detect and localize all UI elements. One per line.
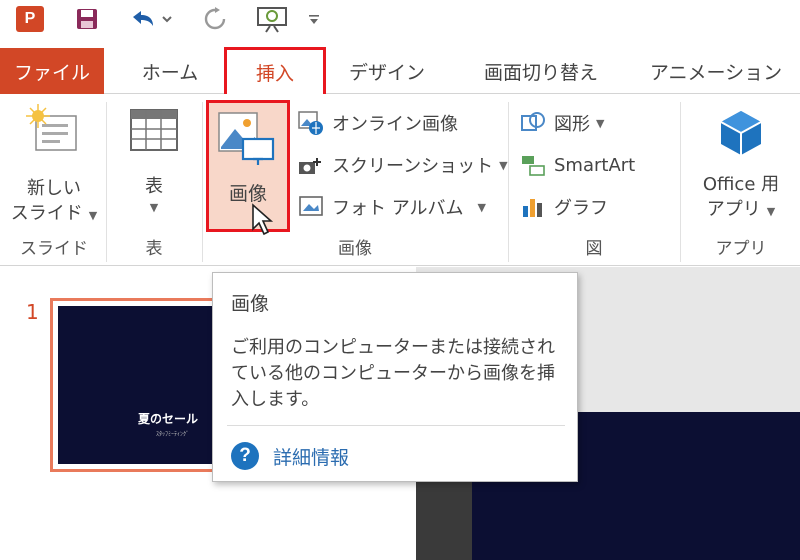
- photo-album-label: フォト アルバム: [332, 198, 464, 219]
- dropdown-caret-icon: ▼: [766, 205, 776, 218]
- tab-home[interactable]: ホーム: [130, 48, 210, 94]
- chart-button[interactable]: グラフ: [518, 190, 608, 224]
- office-apps-icon: [720, 111, 762, 155]
- smartart-button[interactable]: SmartArt: [518, 148, 635, 182]
- ribbon: 新しい スライド ▼ スライド 表 ▼ 表 オンライン画像 スクリーンショット ▼…: [0, 94, 800, 266]
- group-label-slides: スライド: [20, 239, 88, 259]
- group-label-table: 表: [145, 239, 163, 259]
- office-apps-label-line2: アプリ ▼: [706, 199, 776, 220]
- tab-transitions[interactable]: 画面切り替え: [466, 48, 616, 94]
- powerpoint-logo-icon: P: [16, 6, 44, 32]
- screenshot-icon: [296, 152, 326, 178]
- quick-access-toolbar: P: [0, 0, 800, 38]
- office-apps-label-line1: Office 用: [702, 174, 780, 195]
- smartart-icon: [518, 152, 548, 178]
- new-slide-button[interactable]: 新しい スライド ▼: [8, 102, 100, 228]
- slide-thumbnail-canvas: 夏のセール ｽﾀｯﾌﾐｰﾃｨﾝｸﾞ: [58, 306, 218, 464]
- picture-icon: [218, 112, 275, 165]
- help-icon: ?: [231, 442, 259, 470]
- slide-thumbnail-title: 夏のセール: [138, 412, 199, 426]
- tab-insert[interactable]: 挿入: [224, 47, 326, 94]
- group-divider: [106, 102, 107, 262]
- tooltip-divider: [227, 425, 565, 426]
- ribbon-tabs: ファイル ホーム 挿入 デザイン 画面切り替え アニメーション: [0, 47, 800, 94]
- logo-letter: P: [24, 10, 36, 27]
- table-button[interactable]: 表 ▼: [112, 104, 196, 214]
- table-icon: [130, 109, 178, 151]
- dropdown-caret-icon: ▼: [477, 200, 487, 214]
- tooltip-help-label: 詳細情報: [273, 446, 350, 469]
- slide-thumbnail-subtitle: ｽﾀｯﾌﾐｰﾃｨﾝｸﾞ: [156, 431, 190, 438]
- dropdown-caret-icon: ▼: [149, 201, 159, 214]
- group-label-images: 画像: [338, 239, 372, 259]
- tab-design[interactable]: デザイン: [340, 48, 434, 94]
- group-label-apps: アプリ: [715, 239, 767, 259]
- new-slide-label-line2: スライド ▼: [10, 203, 98, 224]
- presentation-icon[interactable]: [252, 4, 292, 34]
- new-slide-label-line1: 新しい: [27, 178, 81, 199]
- undo-icon[interactable]: [126, 4, 174, 34]
- table-label: 表: [145, 176, 163, 197]
- chart-label: グラフ: [554, 198, 608, 219]
- picture-label: 画像: [228, 183, 267, 205]
- slide-number: 1: [26, 300, 39, 324]
- customize-toolbar-icon[interactable]: [304, 4, 324, 34]
- picture-button[interactable]: 画像: [206, 100, 290, 236]
- picture-tooltip: 画像 ご利用のコンピューターまたは接続されている他のコンピューターから画像を挿入…: [212, 272, 578, 482]
- online-pictures-button[interactable]: オンライン画像: [296, 106, 458, 140]
- group-divider: [680, 102, 681, 262]
- screenshot-button[interactable]: スクリーンショット ▼: [296, 148, 508, 182]
- tab-file[interactable]: ファイル: [0, 48, 104, 94]
- chart-icon: [518, 194, 548, 220]
- new-slide-icon: [26, 104, 77, 151]
- shapes-icon: [518, 110, 548, 136]
- dropdown-caret-icon: ▼: [499, 158, 508, 172]
- tab-animations[interactable]: アニメーション: [636, 48, 796, 94]
- tooltip-help-link[interactable]: ? 詳細情報: [231, 441, 349, 471]
- photo-album-icon: [296, 194, 326, 220]
- online-pictures-icon: [296, 110, 326, 136]
- shapes-button[interactable]: 図形 ▼: [518, 106, 604, 140]
- redo-icon[interactable]: [200, 4, 230, 34]
- dropdown-caret-icon: ▼: [596, 116, 605, 130]
- office-apps-button[interactable]: Office 用 アプリ ▼: [686, 108, 796, 224]
- smartart-label: SmartArt: [554, 154, 636, 176]
- screenshot-label: スクリーンショット: [332, 156, 494, 177]
- group-divider: [202, 102, 203, 262]
- slide-thumbnail[interactable]: 夏のセール ｽﾀｯﾌﾐｰﾃｨﾝｸﾞ: [50, 298, 226, 472]
- online-pictures-label: オンライン画像: [332, 114, 458, 135]
- group-divider: [508, 102, 509, 262]
- tooltip-body: ご利用のコンピューターまたは接続されている他のコンピューターから画像を挿入します…: [231, 337, 555, 410]
- save-icon[interactable]: [74, 4, 100, 34]
- shapes-label: 図形: [554, 114, 590, 135]
- group-label-illustrations: 図: [585, 239, 603, 259]
- dropdown-caret-icon: ▼: [88, 209, 98, 222]
- tooltip-title: 画像: [231, 293, 270, 315]
- photo-album-button[interactable]: フォト アルバム ▼: [296, 190, 486, 224]
- mouse-cursor-icon: [252, 203, 274, 236]
